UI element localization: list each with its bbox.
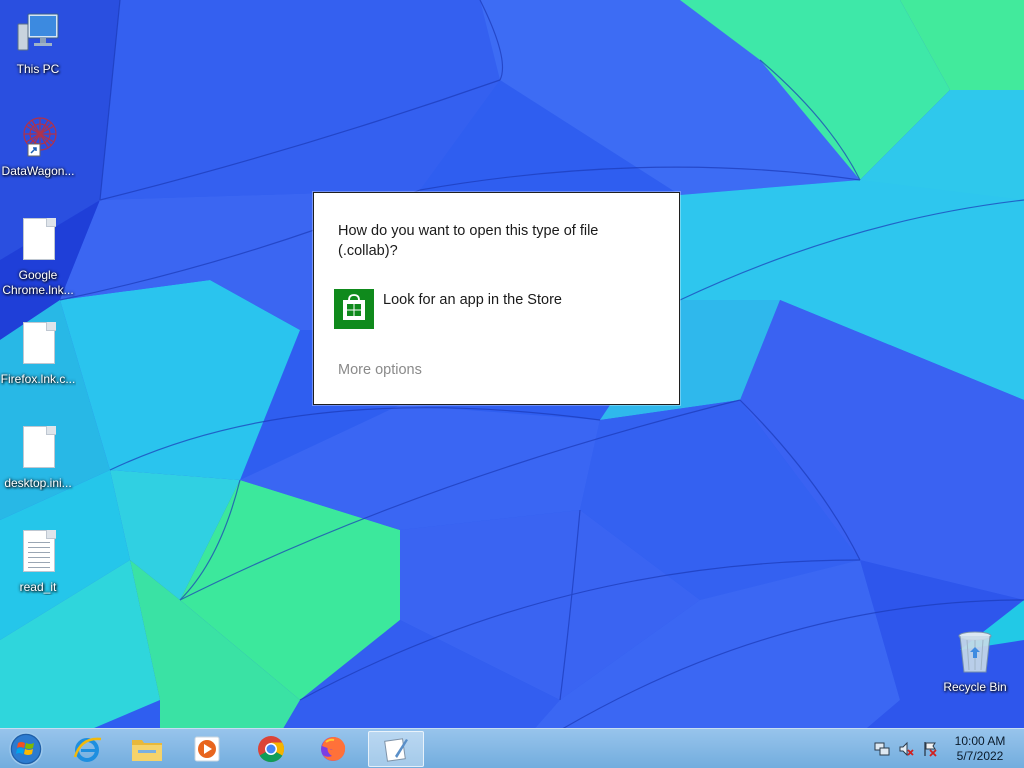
desktop-icon-firefox-lnk[interactable]: Firefox.lnk.c... [0, 320, 76, 387]
action-center-flag-icon[interactable] [922, 741, 938, 757]
volume-muted-icon[interactable] [898, 741, 914, 757]
taskbar-file-explorer-button[interactable] [122, 731, 172, 767]
media-player-icon [194, 736, 220, 762]
blank-file-icon [14, 216, 62, 264]
desktop-icon-label: desktop.ini... [4, 476, 72, 490]
datawagon-app-icon [14, 112, 62, 160]
windows-orb-icon [9, 732, 43, 766]
open-with-dialog: How do you want to open this type of fil… [313, 192, 680, 405]
more-options-link[interactable]: More options [338, 362, 422, 378]
blank-file-icon [14, 424, 62, 472]
taskbar-ie-button[interactable] [62, 731, 112, 767]
taskbar: 10:00 AM 5/7/2022 [0, 728, 1024, 768]
desktop-icon-recycle-bin[interactable]: Recycle Bin [937, 628, 1013, 695]
taskbar-clock[interactable]: 10:00 AM 5/7/2022 [940, 734, 1020, 764]
desktop-icon-label: DataWagon... [1, 164, 75, 178]
desktop-icon-datawagon[interactable]: DataWagon... [0, 112, 76, 179]
desktop-icon-label: read_it [19, 580, 57, 594]
desktop-icon-desktop-ini[interactable]: desktop.ini... [0, 424, 76, 491]
recycle-bin-icon [951, 628, 999, 676]
dialog-question: How do you want to open this type of fil… [338, 223, 599, 259]
desktop-icon-label: This PC [16, 62, 60, 76]
desktop-icon-label: Firefox.lnk.c... [0, 372, 76, 386]
desktop-icon-label: Google Chrome.lnk... [2, 268, 74, 297]
firefox-icon [321, 737, 346, 761]
taskbar-media-player-button[interactable] [182, 731, 232, 767]
computer-icon [14, 10, 62, 58]
internet-explorer-icon [73, 737, 102, 762]
blank-file-icon [14, 320, 62, 368]
start-button[interactable] [2, 731, 50, 767]
desktop-icon-label: Recycle Bin [943, 680, 1007, 694]
taskbar-open-with-button[interactable] [368, 731, 424, 767]
open-with-app-icon [384, 738, 408, 762]
taskbar-chrome-button[interactable] [246, 731, 296, 767]
store-icon [334, 289, 374, 329]
desktop-icon-chrome-lnk[interactable]: Google Chrome.lnk... [0, 216, 76, 298]
folder-icon [132, 740, 162, 761]
store-option-button[interactable]: Look for an app in the Store [334, 289, 654, 329]
chrome-icon [258, 736, 285, 763]
text-file-icon [14, 528, 62, 576]
clock-time: 10:00 AM [954, 734, 1006, 748]
store-option-label: Look for an app in the Store [383, 292, 562, 308]
clock-date: 5/7/2022 [956, 749, 1004, 763]
desktop-icon-this-pc[interactable]: This PC [0, 10, 76, 77]
desktop-icon-read-it[interactable]: read_it [0, 528, 76, 595]
desktop: This PC DataWagon... Google Chrome.lnk..… [0, 0, 1024, 728]
taskbar-firefox-button[interactable] [308, 731, 358, 767]
network-icon[interactable] [874, 741, 890, 757]
